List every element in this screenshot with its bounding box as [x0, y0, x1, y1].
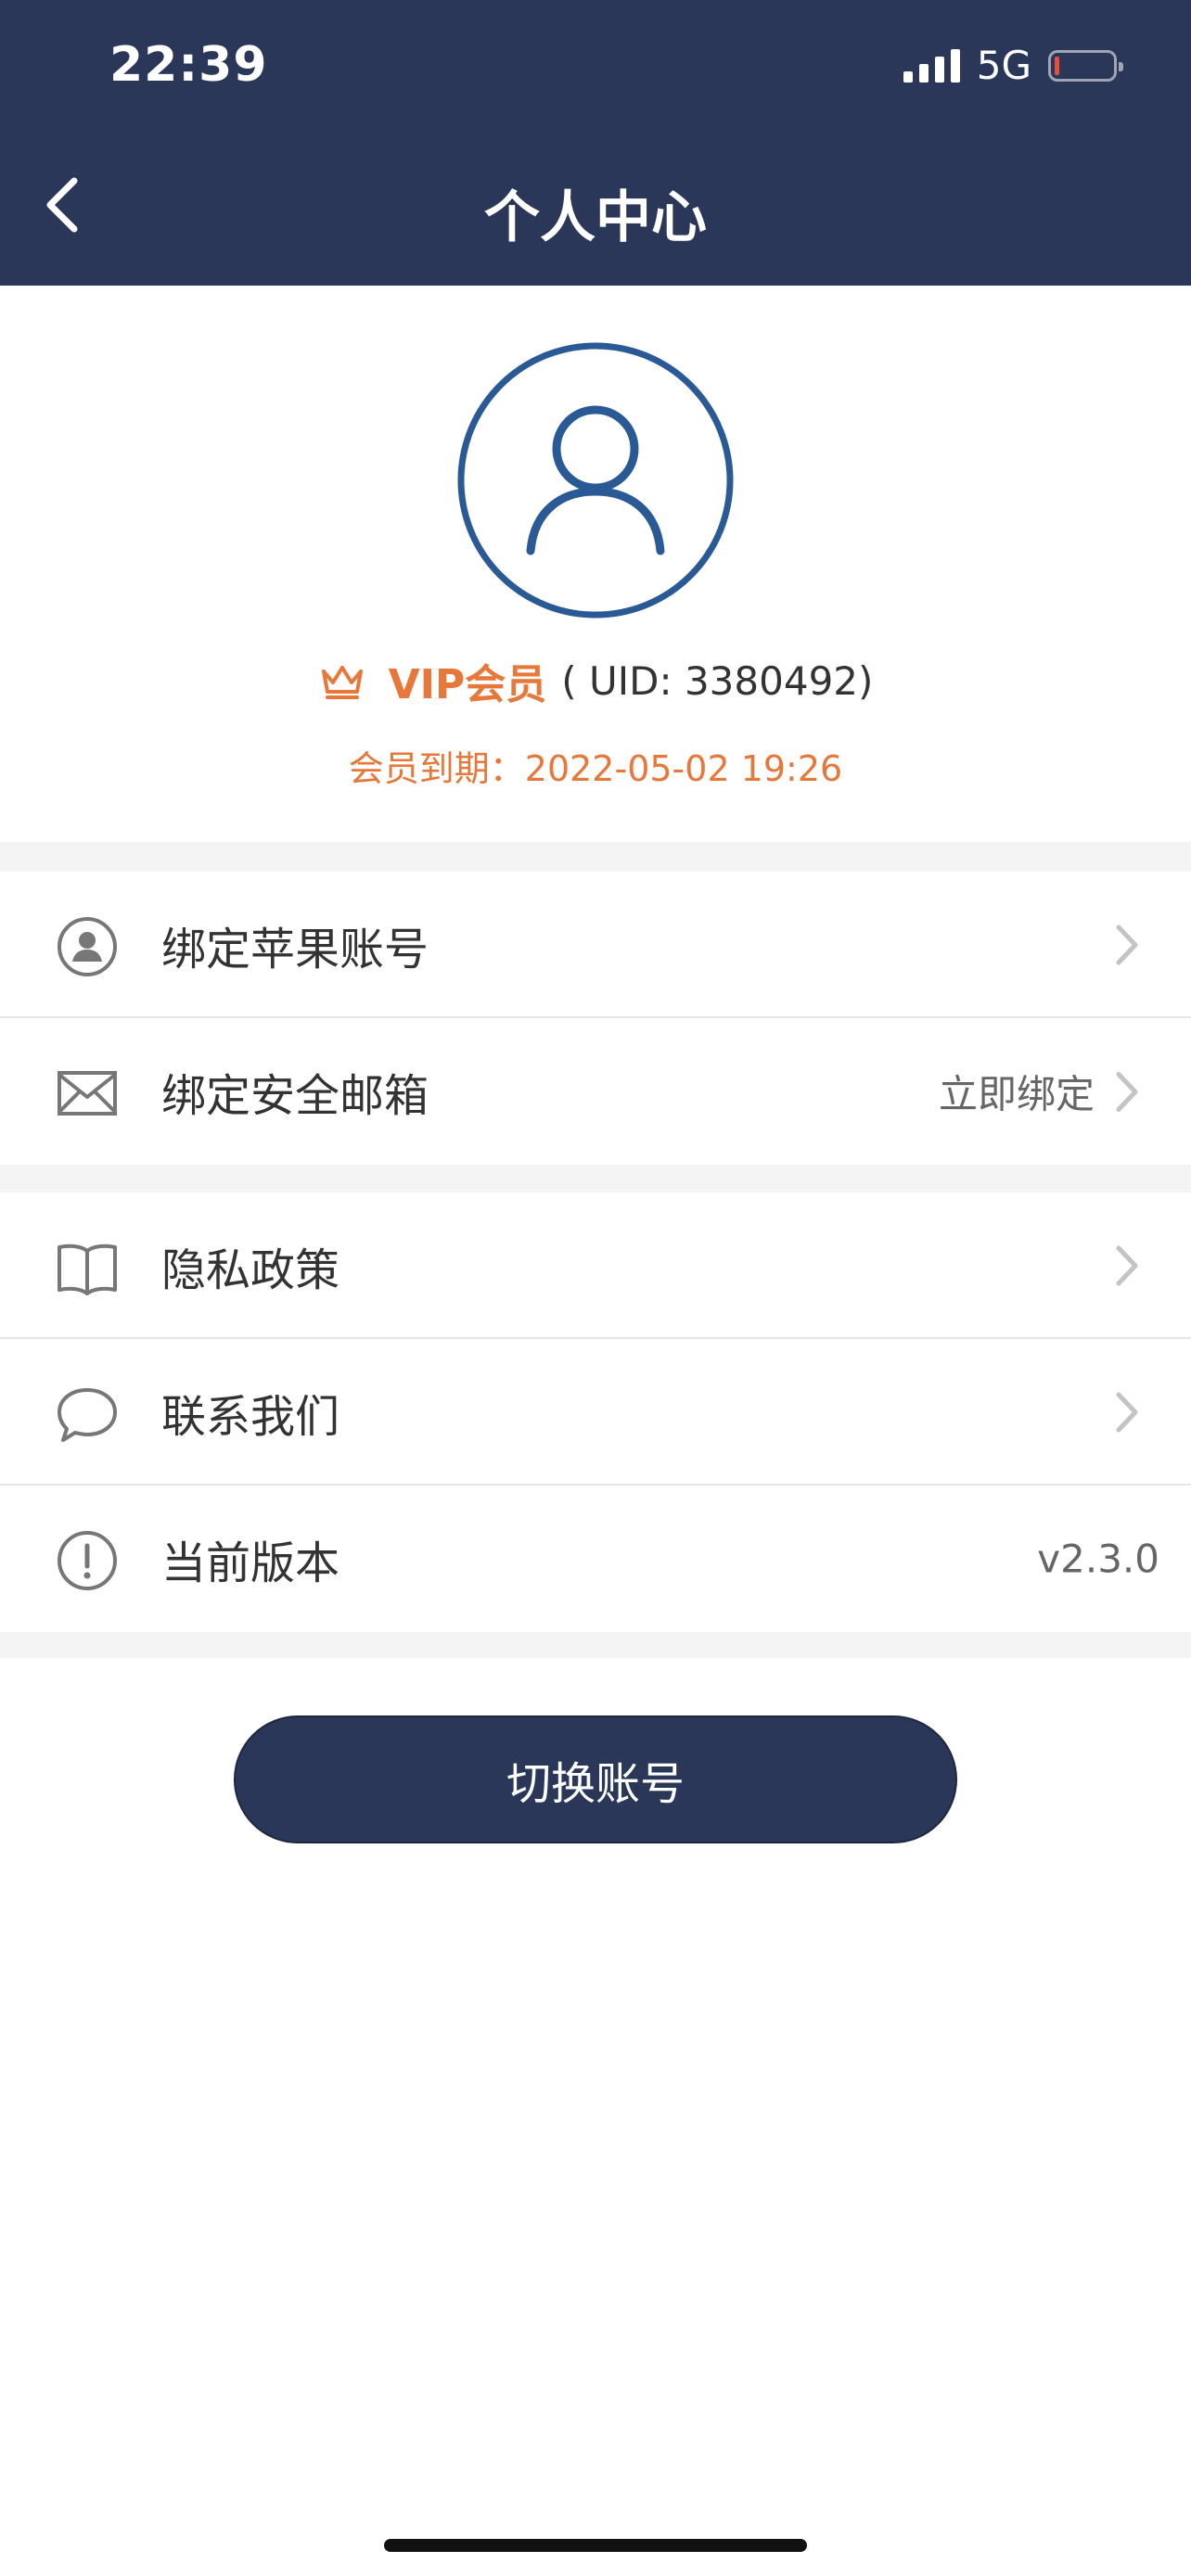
chevron-right-icon: [1116, 1245, 1138, 1286]
list-item-label: 当前版本: [161, 1537, 340, 1589]
list-item-label: 联系我们: [161, 1391, 340, 1443]
list-item-contact[interactable]: 联系我们: [0, 1339, 1191, 1486]
status-time: 22:39: [109, 37, 268, 93]
top-header: 22:39 5G 个人中心: [0, 0, 1191, 286]
chat-bubble-icon: [58, 1388, 117, 1442]
battery-icon: [1048, 49, 1123, 82]
list-item-privacy[interactable]: 隐私政策: [0, 1192, 1191, 1339]
battery-level: [1055, 56, 1059, 75]
vip-expire-text: 会员到期：2022-05-02 19:26: [348, 748, 843, 789]
home-indicator[interactable]: [384, 2539, 807, 2552]
vip-label: VIP会员: [388, 661, 547, 708]
page-title: 个人中心: [484, 185, 707, 250]
info-alert-icon: [58, 1531, 117, 1590]
crown-icon: [321, 666, 363, 699]
switch-account-button[interactable]: 切换账号: [234, 1715, 957, 1843]
row-right: [1113, 922, 1141, 968]
list-item-bind-apple[interactable]: 绑定苹果账号: [0, 872, 1191, 1018]
chevron-right-icon: [1116, 1071, 1138, 1112]
section-gap: [0, 842, 1191, 872]
list-item-label: 隐私政策: [161, 1244, 340, 1296]
row-right: [1113, 1243, 1141, 1289]
avatar-icon[interactable]: [456, 341, 735, 619]
row-right: 立即绑定: [939, 1064, 1141, 1120]
version-value: v2.3.0: [1037, 1536, 1159, 1582]
section-gap: [0, 1632, 1191, 1658]
uid-text: ( UID: 3380492): [561, 657, 874, 704]
user-circle-icon: [58, 917, 117, 976]
status-indicators: 5G: [903, 43, 1123, 88]
book-icon: [58, 1243, 117, 1295]
list-item-label: 绑定安全邮箱: [161, 1070, 429, 1122]
network-label: 5G: [976, 43, 1031, 88]
profile-section: VIP会员 ( UID: 3380492) 会员到期：2022-05-02 19…: [0, 286, 1191, 842]
list-item-bind-email[interactable]: 绑定安全邮箱 立即绑定: [0, 1018, 1191, 1165]
list-item-version[interactable]: 当前版本 v2.3.0: [0, 1486, 1191, 1632]
row-right: [1113, 1389, 1141, 1435]
list-item-label: 绑定苹果账号: [161, 924, 429, 976]
vip-line: VIP会员 ( UID: 3380492): [0, 651, 1191, 710]
section-gap: [0, 1165, 1191, 1192]
mail-icon: [58, 1071, 117, 1116]
chevron-right-icon: [1116, 1392, 1138, 1433]
signal-icon: [903, 48, 960, 83]
chevron-right-icon: [1116, 925, 1138, 965]
bind-now-text: 立即绑定: [938, 1071, 1095, 1117]
